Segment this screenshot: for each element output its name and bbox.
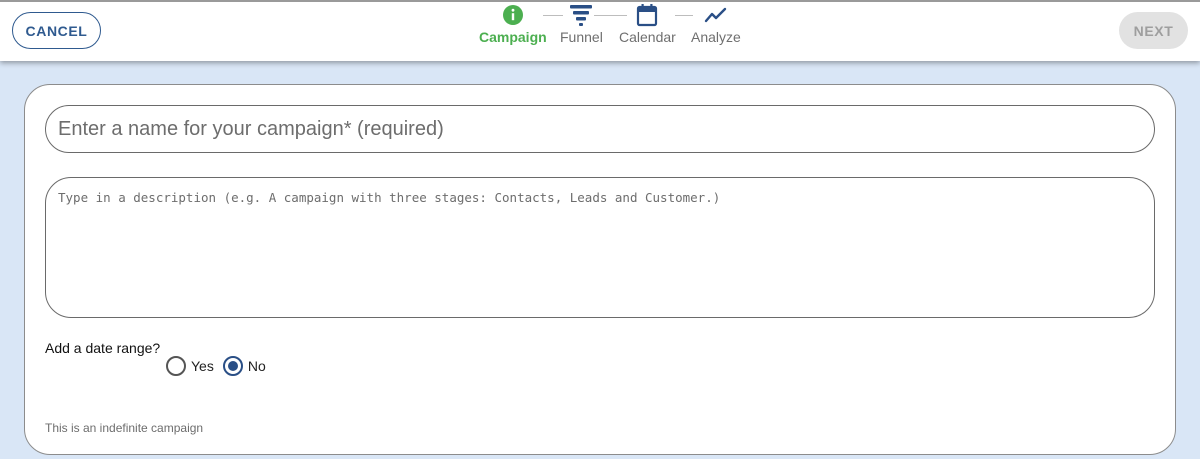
radio-unchecked-icon[interactable] [166, 356, 186, 376]
radio-option-yes[interactable]: Yes [166, 356, 214, 376]
next-button[interactable]: NEXT [1119, 12, 1188, 49]
date-range-question: Add a date range? [45, 340, 161, 356]
info-icon [500, 2, 526, 28]
radio-dot [227, 361, 238, 371]
step-campaign[interactable]: Campaign [479, 2, 547, 45]
date-range-radio-group: Yes No [166, 356, 275, 376]
campaign-description-input[interactable] [45, 177, 1155, 318]
step-label: Campaign [479, 29, 547, 45]
step-label: Analyze [691, 29, 741, 45]
radio-checked-icon[interactable] [222, 356, 243, 376]
campaign-form-card: Add a date range? Yes No This is an inde… [24, 84, 1176, 455]
cancel-button[interactable]: CANCEL [12, 12, 101, 49]
step-calendar[interactable]: Calendar [619, 2, 676, 45]
step-label: Funnel [560, 29, 603, 45]
step-label: Calendar [619, 29, 676, 45]
radio-option-no[interactable]: No [222, 356, 266, 376]
trend-line-icon [703, 2, 729, 28]
calendar-icon [634, 2, 660, 28]
funnel-icon [568, 2, 594, 28]
wizard-header: CANCEL Campaign Funnel Calendar Analyze … [0, 0, 1200, 61]
radio-label: No [247, 358, 266, 374]
radio-label: Yes [191, 358, 214, 374]
step-funnel[interactable]: Funnel [560, 2, 603, 45]
step-analyze[interactable]: Analyze [691, 2, 741, 45]
campaign-name-input[interactable] [45, 105, 1155, 153]
campaign-duration-hint: This is an indefinite campaign [45, 421, 204, 435]
